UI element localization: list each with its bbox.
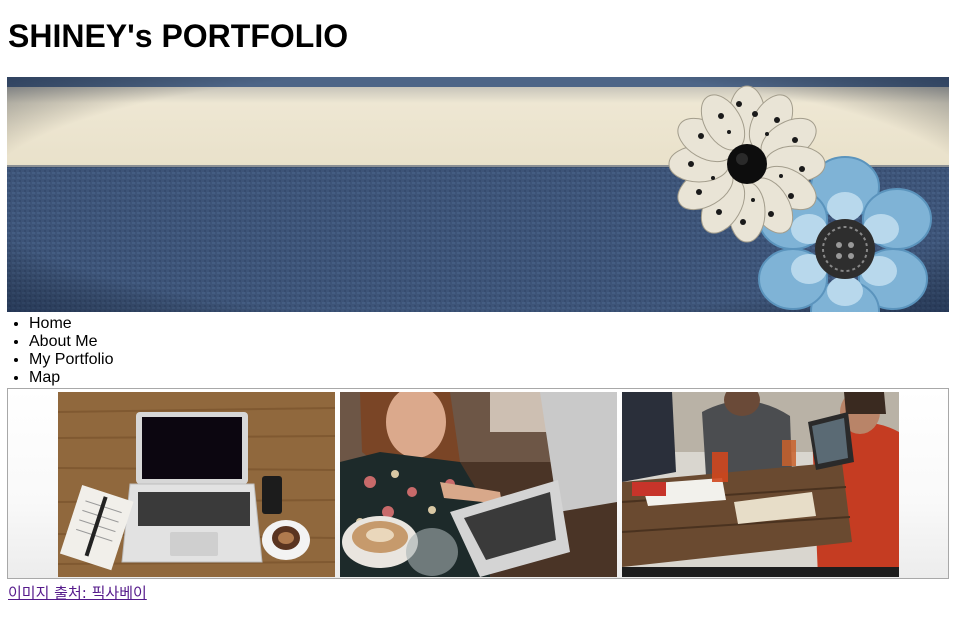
page-title: SHINEY's PORTFOLIO xyxy=(8,18,349,54)
gallery-photo-woman-laptop xyxy=(340,392,617,577)
nav-item-about-me[interactable]: About Me xyxy=(29,333,113,351)
nav-item-map[interactable]: Map xyxy=(29,369,113,387)
gallery-photo-laptop-desk xyxy=(58,392,335,577)
main-nav: Home About Me My Portfolio Map xyxy=(8,315,113,387)
nav-item-home[interactable]: Home xyxy=(29,315,113,333)
nav-item-my-portfolio[interactable]: My Portfolio xyxy=(29,351,113,369)
gallery-photo-team-meeting xyxy=(622,392,899,577)
image-credit-link[interactable]: 이미지 출처: 픽사베이 xyxy=(8,584,147,602)
header-banner-image xyxy=(7,77,949,312)
photo-gallery xyxy=(7,388,949,579)
